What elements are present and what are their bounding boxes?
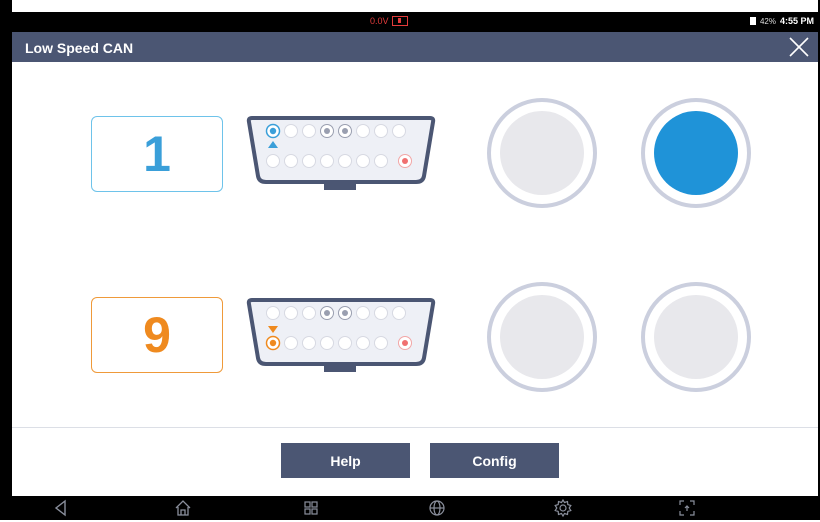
pin-number-1: 1 [143, 126, 171, 182]
title-bar: Low Speed CAN [12, 32, 818, 62]
signal-led-1a [487, 98, 597, 208]
screenshot-icon[interactable] [678, 499, 696, 517]
pin-number-box-1: 1 [91, 116, 223, 192]
battery-percent: 42% [759, 16, 776, 26]
close-icon [789, 37, 809, 57]
close-button[interactable] [788, 36, 810, 58]
vehicle-battery-icon [391, 16, 408, 26]
page-title: Low Speed CAN [25, 40, 134, 56]
clock: 4:55 PM [779, 16, 814, 26]
sim-card-icon [749, 17, 756, 25]
config-button[interactable]: Config [430, 443, 559, 478]
voltage-value: 0.0V [370, 16, 389, 26]
status-right-group: 42% 4:55 PM [749, 16, 814, 26]
browser-globe-icon[interactable] [428, 499, 446, 517]
screen-bezel-left [0, 0, 12, 520]
signal-led-9a [487, 282, 597, 392]
navigation-bar [12, 496, 820, 520]
back-icon[interactable] [52, 499, 70, 517]
home-icon[interactable] [174, 499, 192, 517]
settings-gear-icon[interactable] [554, 498, 572, 518]
help-button[interactable]: Help [281, 443, 410, 478]
obd-connector-diagram-9 [246, 298, 436, 372]
obd-connector-diagram-1 [246, 116, 436, 190]
pin-number-box-9: 9 [91, 297, 223, 373]
pin-number-9: 9 [143, 307, 171, 363]
signal-led-9b [641, 282, 751, 392]
footer-divider [12, 427, 818, 428]
status-bar: 0.0V 42% 4:55 PM [12, 12, 818, 32]
voltage-indicator: 0.0V [370, 16, 408, 26]
recent-apps-icon[interactable] [302, 499, 320, 517]
signal-led-1b [641, 98, 751, 208]
